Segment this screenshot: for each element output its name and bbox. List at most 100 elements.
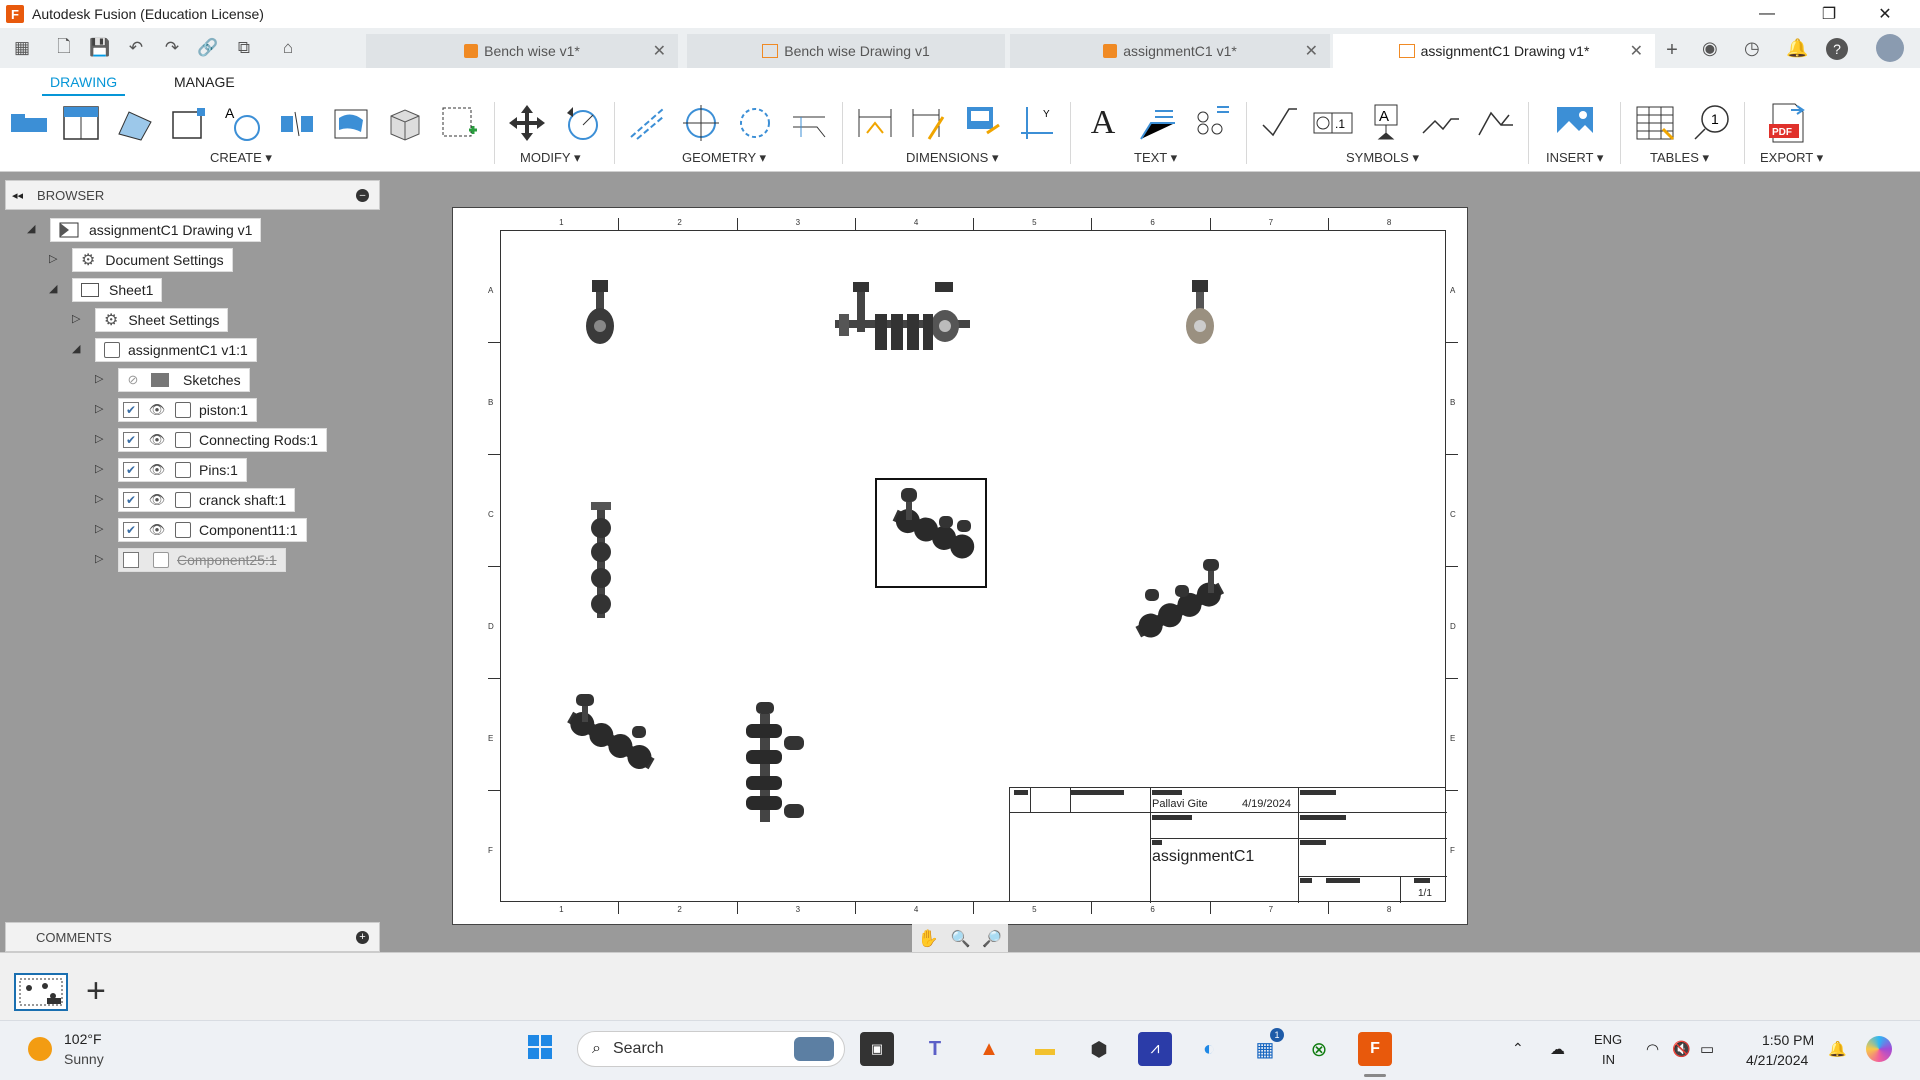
tree-assembly[interactable]: assignmentC1 v1:1 [95, 337, 257, 363]
edge-symbol-icon[interactable] [1474, 102, 1516, 144]
component-view-icon[interactable] [384, 102, 426, 144]
collapse-arrow-icon[interactable]: ◢ [27, 222, 35, 235]
tree-item-piston[interactable]: ✔ 👁 piston:1 [118, 397, 258, 423]
windows-start-icon[interactable] [528, 1035, 552, 1059]
file-explorer-icon[interactable]: ▬ [1028, 1032, 1062, 1066]
close-tab-icon[interactable]: ✕ [653, 41, 666, 61]
vlc-icon[interactable]: ▲ [972, 1032, 1006, 1066]
datum-identifier-icon[interactable]: A [1366, 102, 1408, 144]
visibility-checkbox[interactable]: ✔ [123, 432, 139, 448]
clock-time[interactable]: 1:50 PM [1762, 1032, 1814, 1048]
visibility-checkbox[interactable]: ✔ [123, 492, 139, 508]
auto-dimension-icon[interactable] [962, 102, 1004, 144]
tree-sheet[interactable]: Sheet1 [72, 277, 163, 303]
break-view-icon[interactable]: A [222, 102, 264, 144]
sketch-view-icon[interactable] [330, 102, 372, 144]
center-mark-icon[interactable] [680, 102, 722, 144]
maximize-button[interactable]: ❐ [1806, 0, 1852, 28]
expand-arrow-icon[interactable]: ▷ [95, 432, 103, 445]
export-pdf-icon[interactable]: PDF [1766, 102, 1808, 144]
new-sketch-icon[interactable] [438, 102, 480, 144]
minimize-panel-icon[interactable]: – [356, 188, 369, 202]
close-window-button[interactable]: ✕ [1862, 0, 1908, 28]
view-iso-bottom-left[interactable] [558, 690, 663, 790]
home-icon[interactable]: ⌂ [274, 34, 302, 62]
view-break-icon[interactable] [276, 102, 318, 144]
clock-date[interactable]: 4/21/2024 [1746, 1052, 1808, 1068]
task-view-icon[interactable]: ▣ [860, 1032, 894, 1066]
view-crankshaft-vertical[interactable] [740, 700, 810, 825]
notifications-icon[interactable]: 🔔 [1786, 38, 1808, 59]
tab-assignment-model[interactable]: assignmentC1 v1* ✕ [1010, 34, 1330, 68]
minimize-button[interactable]: — [1744, 0, 1790, 28]
add-comment-icon[interactable]: + [356, 930, 369, 944]
expand-arrow-icon[interactable]: ▷ [95, 462, 103, 475]
tab-drawing[interactable]: DRAWING [42, 74, 126, 96]
group-tables-label[interactable]: TABLES ▾ [1650, 150, 1709, 166]
collapse-arrow-icon[interactable]: ◢ [49, 282, 57, 295]
language-top[interactable]: ENG [1594, 1032, 1622, 1047]
pan-icon[interactable]: ✋ [918, 929, 939, 949]
weather-temp[interactable]: 102°F [64, 1031, 102, 1047]
tree-item-component25[interactable]: Component25:1 [118, 547, 286, 573]
tree-item-component11[interactable]: ✔ 👁 Component11:1 [118, 517, 307, 543]
app-grid-icon[interactable]: ▦ [8, 34, 36, 62]
projected-view-icon[interactable] [60, 102, 102, 144]
center-mark-pattern-icon[interactable] [734, 102, 776, 144]
tab-assignment-drawing[interactable]: assignmentC1 Drawing v1* ✕ [1333, 34, 1655, 68]
view-iso-right[interactable] [1125, 555, 1230, 660]
move-icon[interactable] [506, 102, 548, 144]
expand-arrow-icon[interactable]: ▷ [72, 312, 80, 325]
comments-panel-header[interactable]: COMMENTS + [5, 922, 380, 952]
language-bottom[interactable]: IN [1602, 1052, 1615, 1067]
base-view-icon[interactable] [8, 102, 50, 144]
save-icon[interactable]: 💾 [86, 34, 114, 62]
surface-texture-icon[interactable] [1258, 102, 1300, 144]
centerline-icon[interactable] [626, 102, 668, 144]
tree-root[interactable]: assignmentC1 Drawing v1 [50, 217, 262, 243]
welding-symbol-icon[interactable] [1420, 102, 1462, 144]
collapse-arrow-icon[interactable]: ◢ [72, 342, 80, 355]
teams-icon[interactable]: T [918, 1032, 952, 1066]
expand-arrow-icon[interactable]: ▷ [95, 372, 103, 385]
group-dimensions-label[interactable]: DIMENSIONS ▾ [906, 150, 998, 166]
tree-item-sketches[interactable]: ⊘ Sketches [118, 367, 250, 393]
undo-icon[interactable]: ↶ [122, 34, 150, 62]
view-piston-front[interactable] [580, 278, 620, 358]
xbox-icon[interactable]: ⊗ [1302, 1032, 1336, 1066]
extensions-icon[interactable]: ◉ [1702, 38, 1718, 59]
view-crankshaft-top[interactable] [583, 500, 619, 620]
group-insert-label[interactable]: INSERT ▾ [1546, 150, 1603, 166]
tree-item-pins[interactable]: ✔ 👁 Pins:1 [118, 457, 247, 483]
balloon-icon[interactable] [1190, 102, 1232, 144]
rotate-icon[interactable] [560, 102, 602, 144]
baseline-dimension-icon[interactable]: Y [1016, 102, 1058, 144]
eye-hidden-icon[interactable]: ⊘ [123, 372, 143, 387]
expand-arrow-icon[interactable]: ▷ [95, 552, 103, 565]
table-icon[interactable] [1634, 102, 1676, 144]
link-icon[interactable]: 🔗 [194, 34, 222, 62]
view-iso-selected[interactable] [875, 478, 987, 588]
view-crankshaft-front[interactable] [835, 278, 970, 358]
tree-document-settings[interactable]: ⚙ Document Settings [72, 247, 233, 273]
visibility-checkbox[interactable]: ✔ [123, 522, 139, 538]
tree-item-connecting-rods[interactable]: ✔ 👁 Connecting Rods:1 [118, 427, 328, 453]
insert-image-icon[interactable] [1554, 102, 1596, 144]
add-sheet-icon[interactable]: + [86, 971, 106, 1011]
text-icon[interactable]: A [1082, 102, 1124, 144]
sheet-thumbnail[interactable] [14, 973, 68, 1011]
app-nm-icon[interactable]: ⩘ [1138, 1032, 1172, 1066]
redo-icon[interactable]: ↷ [158, 34, 186, 62]
detail-view-icon[interactable] [168, 102, 210, 144]
ordinate-dimension-icon[interactable] [908, 102, 950, 144]
edge-browser-icon[interactable]: ◐ [1192, 1032, 1226, 1066]
eye-icon[interactable]: 👁 [147, 522, 167, 537]
eye-icon[interactable]: 👁 [147, 462, 167, 477]
app-cube-icon[interactable]: ⬢ [1082, 1032, 1116, 1066]
zoom-window-icon[interactable]: 🔎 [982, 929, 1002, 949]
eye-icon[interactable]: 👁 [147, 432, 167, 447]
wifi-icon[interactable]: ◠ [1646, 1040, 1659, 1058]
edge-extension-icon[interactable] [788, 102, 830, 144]
section-view-icon[interactable] [114, 102, 156, 144]
tab-bench-wise[interactable]: Bench wise v1* ✕ [366, 34, 678, 68]
